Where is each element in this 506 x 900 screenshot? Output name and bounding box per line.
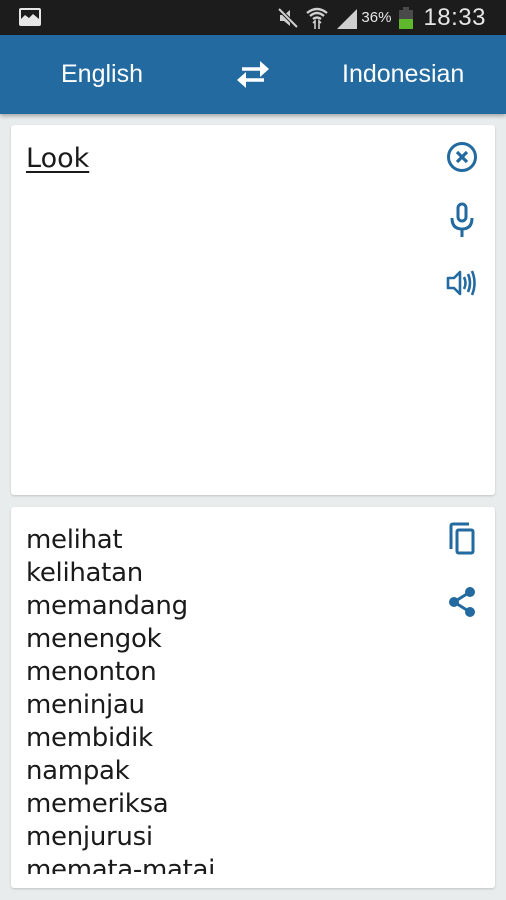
swap-arrows-icon bbox=[237, 61, 269, 88]
signal-icon bbox=[337, 8, 358, 29]
translation-item[interactable]: membidik bbox=[26, 722, 426, 755]
speaker-icon bbox=[446, 270, 476, 296]
translation-item[interactable]: memata-matai bbox=[26, 854, 426, 874]
translation-item[interactable]: menonton bbox=[26, 656, 426, 689]
clear-button[interactable] bbox=[442, 137, 482, 177]
share-icon bbox=[449, 587, 475, 617]
translation-item[interactable]: meninjau bbox=[26, 689, 426, 722]
clear-circle-icon bbox=[447, 142, 477, 172]
translation-item[interactable]: menengok bbox=[26, 623, 426, 656]
language-bar: English Indonesian bbox=[0, 35, 506, 114]
translation-item[interactable]: memandang bbox=[26, 590, 426, 623]
translation-item[interactable]: memeriksa bbox=[26, 788, 426, 821]
source-text-input[interactable]: Look bbox=[26, 143, 89, 174]
battery-percent: 36% bbox=[361, 9, 392, 26]
wifi-icon bbox=[306, 7, 329, 29]
target-language-button[interactable]: Indonesian bbox=[342, 35, 464, 114]
battery-icon bbox=[399, 6, 414, 29]
source-language-button[interactable]: English bbox=[61, 35, 143, 114]
copy-button[interactable] bbox=[442, 519, 482, 559]
output-card: melihat kelihatan memandang menengok men… bbox=[11, 507, 495, 888]
translation-item[interactable]: kelihatan bbox=[26, 557, 426, 590]
swap-languages-button[interactable] bbox=[234, 59, 272, 89]
status-icons: 36% 18:33 bbox=[277, 0, 486, 35]
translation-item[interactable]: melihat bbox=[26, 524, 426, 557]
share-button[interactable] bbox=[442, 582, 482, 622]
microphone-button[interactable] bbox=[442, 200, 482, 240]
translation-list: melihat kelihatan memandang menengok men… bbox=[26, 524, 426, 874]
copy-icon bbox=[449, 522, 475, 555]
translation-item[interactable]: nampak bbox=[26, 755, 426, 788]
input-card: Look bbox=[11, 125, 495, 495]
translation-item[interactable]: menjurusi bbox=[26, 821, 426, 854]
mute-icon bbox=[277, 7, 299, 28]
status-bar: 36% 18:33 bbox=[0, 0, 506, 35]
microphone-icon bbox=[450, 202, 474, 237]
gallery-notification-icon bbox=[19, 8, 41, 26]
clock: 18:33 bbox=[423, 3, 486, 31]
speak-button[interactable] bbox=[442, 263, 482, 303]
